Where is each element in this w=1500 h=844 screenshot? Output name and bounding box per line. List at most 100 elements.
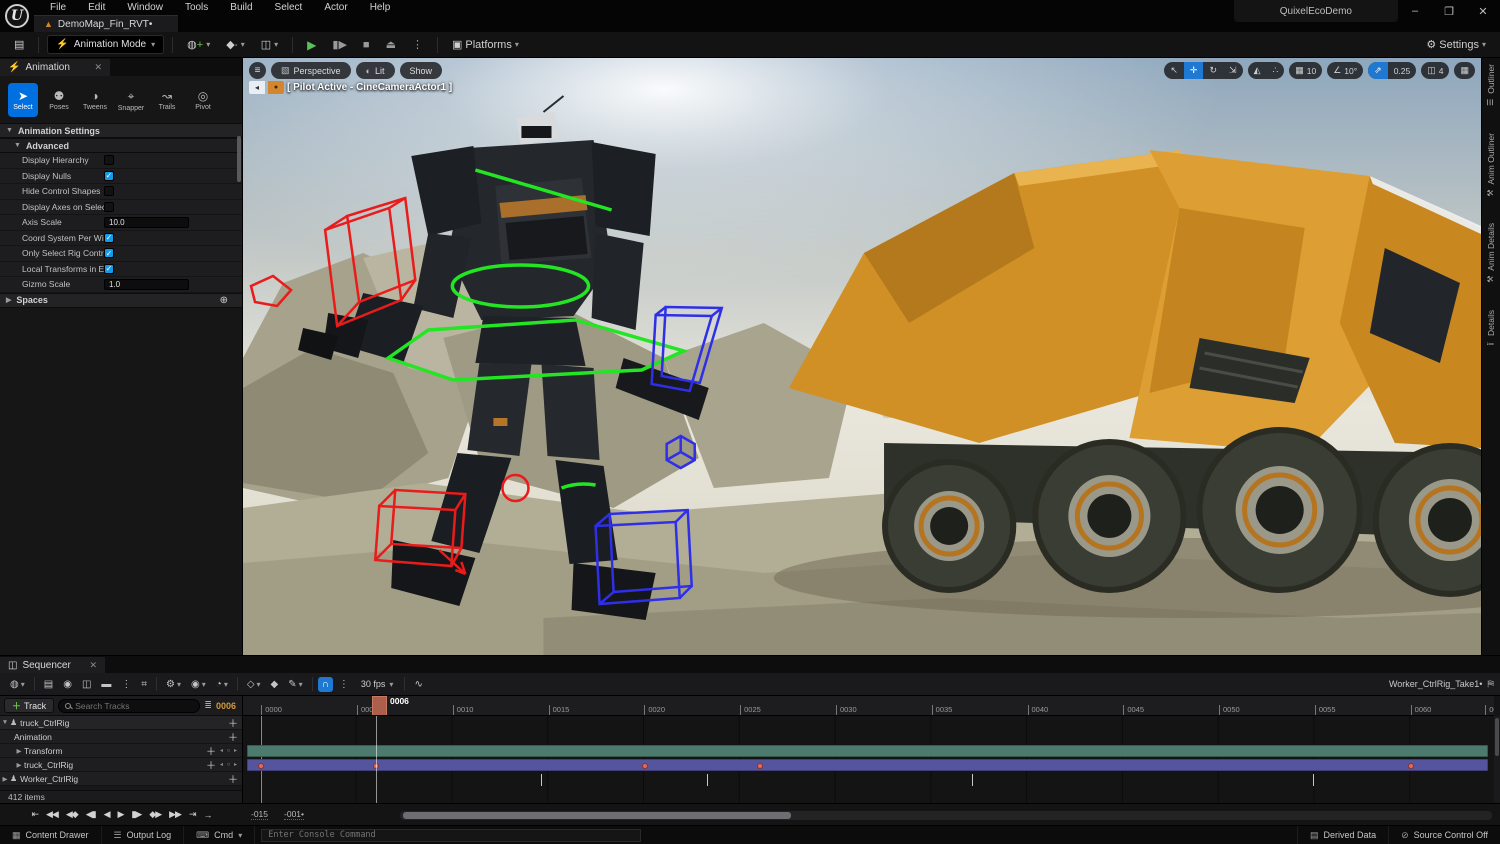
animation-panel-tab[interactable]: ⚡ Animation ✕ [0, 59, 110, 76]
playback-options-dropdown[interactable]: ◔▾ [212, 677, 232, 692]
take-name[interactable]: Worker_CtrlRig_Take1• [1389, 679, 1483, 689]
play-options-button[interactable]: ⋮ [406, 36, 429, 53]
autokey-button[interactable]: ◆ [267, 677, 283, 692]
unlock-icon[interactable]: ⛿ [1487, 679, 1494, 690]
add-actor-dropdown[interactable]: ◍+▾ [181, 36, 216, 53]
coord-system-checkbox[interactable]: ✓ [104, 233, 114, 243]
gizmo-scale-input[interactable] [104, 279, 189, 290]
tab-anim-details[interactable]: ⚒ Anim Details [1486, 223, 1496, 284]
snap-toggle-button[interactable]: ∩ [318, 677, 333, 692]
track-lane-area[interactable] [243, 716, 1494, 803]
edit-mode-dropdown[interactable]: ✎▾ [284, 677, 306, 692]
source-control-button[interactable]: ⊘ Source Control Off [1388, 826, 1500, 844]
chevron-right-icon[interactable]: ▶ [14, 747, 24, 755]
range-offset-value[interactable]: -001• [284, 809, 304, 820]
range-start-value[interactable]: -015 [251, 809, 268, 820]
platforms-dropdown[interactable]: ▣ Platforms ▾ [446, 36, 525, 53]
add-key-icon[interactable]: ＋ [206, 757, 216, 772]
play-reverse-button[interactable]: ◀ [101, 808, 113, 821]
menu-tools[interactable]: Tools [175, 1, 218, 14]
rotate-tool-button[interactable]: ↻ [1203, 62, 1223, 79]
chevron-down-icon[interactable]: ▼ [0, 719, 10, 726]
section-animation-settings[interactable]: ▼ Animation Settings [0, 123, 242, 138]
tab-outliner[interactable]: ☰ Outliner [1486, 64, 1496, 107]
add-section-icon[interactable]: ＋ [228, 729, 238, 744]
curve-editor-button[interactable]: ∿ [410, 677, 426, 692]
snap-options-button[interactable]: ⋮ [335, 677, 353, 692]
hide-control-shapes-checkbox[interactable] [104, 186, 114, 196]
output-log-button[interactable]: ☰ Output Log [102, 826, 185, 844]
restore-button[interactable]: ❐ [1432, 0, 1466, 22]
tool-tweens[interactable]: ◑ Tweens [80, 83, 110, 117]
display-axes-checkbox[interactable] [104, 202, 114, 212]
show-dropdown[interactable]: Show [400, 62, 443, 79]
playhead-marker[interactable] [372, 696, 387, 716]
key-navigation[interactable]: ◂ ○ ▸ [220, 761, 238, 768]
track-animation[interactable]: Animation ＋ [0, 730, 242, 744]
menu-help[interactable]: Help [360, 1, 401, 14]
local-transforms-checkbox[interactable]: ✓ [104, 264, 114, 274]
transform-section-bar[interactable] [247, 745, 1488, 757]
scale-snap-value[interactable]: 0.25 [1388, 62, 1417, 79]
frame-skip-button[interactable]: ▮▶ [326, 36, 353, 53]
viewport-menu-button[interactable]: ≡ [249, 62, 266, 79]
menu-build[interactable]: Build [220, 1, 262, 14]
menu-select[interactable]: Select [265, 1, 313, 14]
tool-select[interactable]: ➤ Select [8, 83, 38, 117]
keyframe[interactable] [1408, 763, 1414, 769]
loop-mode-button[interactable]: → [201, 809, 215, 821]
prev-shot-button[interactable]: ◀◀ [43, 808, 61, 821]
content-drawer-button[interactable]: ▦ Content Drawer [0, 826, 102, 844]
viewport[interactable]: ≡ ▧ Perspective ◐ Lit Show ◂ ● [ Pilot A… [243, 58, 1481, 655]
next-frame-button[interactable]: ▮▶ [128, 808, 144, 821]
play-button[interactable]: ▶ [301, 36, 322, 54]
viewport-layout-button[interactable]: ▦ [1454, 62, 1475, 79]
editor-mode-dropdown[interactable]: ⚡ Animation Mode ▾ [47, 35, 164, 54]
next-key-button[interactable]: ◆▶ [146, 808, 164, 821]
edit-hierarchy-button[interactable]: ⌗ [137, 677, 151, 692]
eject-button[interactable]: ⏏ [380, 36, 402, 53]
minimize-button[interactable]: – [1398, 0, 1432, 22]
search-tracks-box[interactable] [58, 699, 200, 713]
move-tool-button[interactable]: ✛ [1184, 62, 1204, 79]
current-frame-value[interactable]: 0006 [216, 701, 238, 711]
derived-data-button[interactable]: ▤ Derived Data [1297, 826, 1388, 844]
save-button[interactable]: ▤ [8, 36, 30, 53]
cinematics-dropdown[interactable]: ◫▾ [255, 36, 284, 53]
sequencer-lanes[interactable]: 0000 0005 0010 0015 0020 0025 0030 0035 … [243, 696, 1500, 803]
close-icon[interactable]: ✕ [94, 62, 102, 73]
sequencer-tab[interactable]: ◫ Sequencer ✕ [0, 657, 105, 673]
menu-actor[interactable]: Actor [314, 1, 357, 14]
exit-pilot-button[interactable]: ◂ [249, 81, 265, 94]
tool-snapper[interactable]: ⌖ Snapper [116, 83, 146, 117]
actions-dropdown[interactable]: ⚙▾ [162, 677, 185, 692]
fps-dropdown[interactable]: 30 fps ▾ [355, 677, 400, 691]
view-options-dropdown[interactable]: ◉▾ [187, 677, 210, 692]
select-tool-button[interactable]: ↖ [1164, 62, 1184, 79]
track-truck-ctrlrig-child[interactable]: ▶ truck_CtrlRig ＋ ◂ ○ ▸ [0, 758, 242, 772]
ctrlrig-section-bar[interactable] [247, 759, 1488, 771]
to-start-button[interactable]: ⇤ [28, 808, 41, 821]
search-tracks-input[interactable] [75, 701, 193, 711]
timeline-scrollbar-thumb[interactable] [403, 812, 791, 819]
world-space-button[interactable]: ◭ [1248, 62, 1267, 79]
section-spaces[interactable]: ▶ Spaces ⊕ [0, 293, 242, 308]
add-section-icon[interactable]: ＋ [228, 715, 238, 730]
track-transform[interactable]: ▶ Transform ＋ ◂ ○ ▸ [0, 744, 242, 758]
tab-anim-outliner[interactable]: ⚒ Anim Outliner [1486, 133, 1496, 198]
track-truck-ctrlrig[interactable]: ▼ ♟ truck_CtrlRig ＋ [0, 716, 242, 730]
scale-tool-button[interactable]: ⇲ [1223, 62, 1243, 79]
perspective-dropdown[interactable]: ▧ Perspective [271, 62, 351, 79]
keyframe-options-dropdown[interactable]: ◇▾ [243, 677, 265, 692]
console-command-input[interactable] [261, 829, 641, 842]
to-end-button[interactable]: ⇥ [186, 808, 199, 821]
add-section-icon[interactable]: ＋ [228, 771, 238, 786]
add-space-icon[interactable]: ⊕ [220, 295, 228, 306]
tool-poses[interactable]: ⚉ Poses [44, 83, 74, 117]
map-tab[interactable]: ▲ DemoMap_Fin_RVT• [34, 15, 178, 32]
menu-file[interactable]: File [40, 1, 76, 14]
only-select-rig-checkbox[interactable]: ✓ [104, 248, 114, 258]
grid-snap-button[interactable]: ▦10 [1289, 62, 1322, 79]
find-in-browser-button[interactable]: ◉ [59, 677, 76, 692]
section-advanced[interactable]: ▼ Advanced [0, 138, 242, 153]
